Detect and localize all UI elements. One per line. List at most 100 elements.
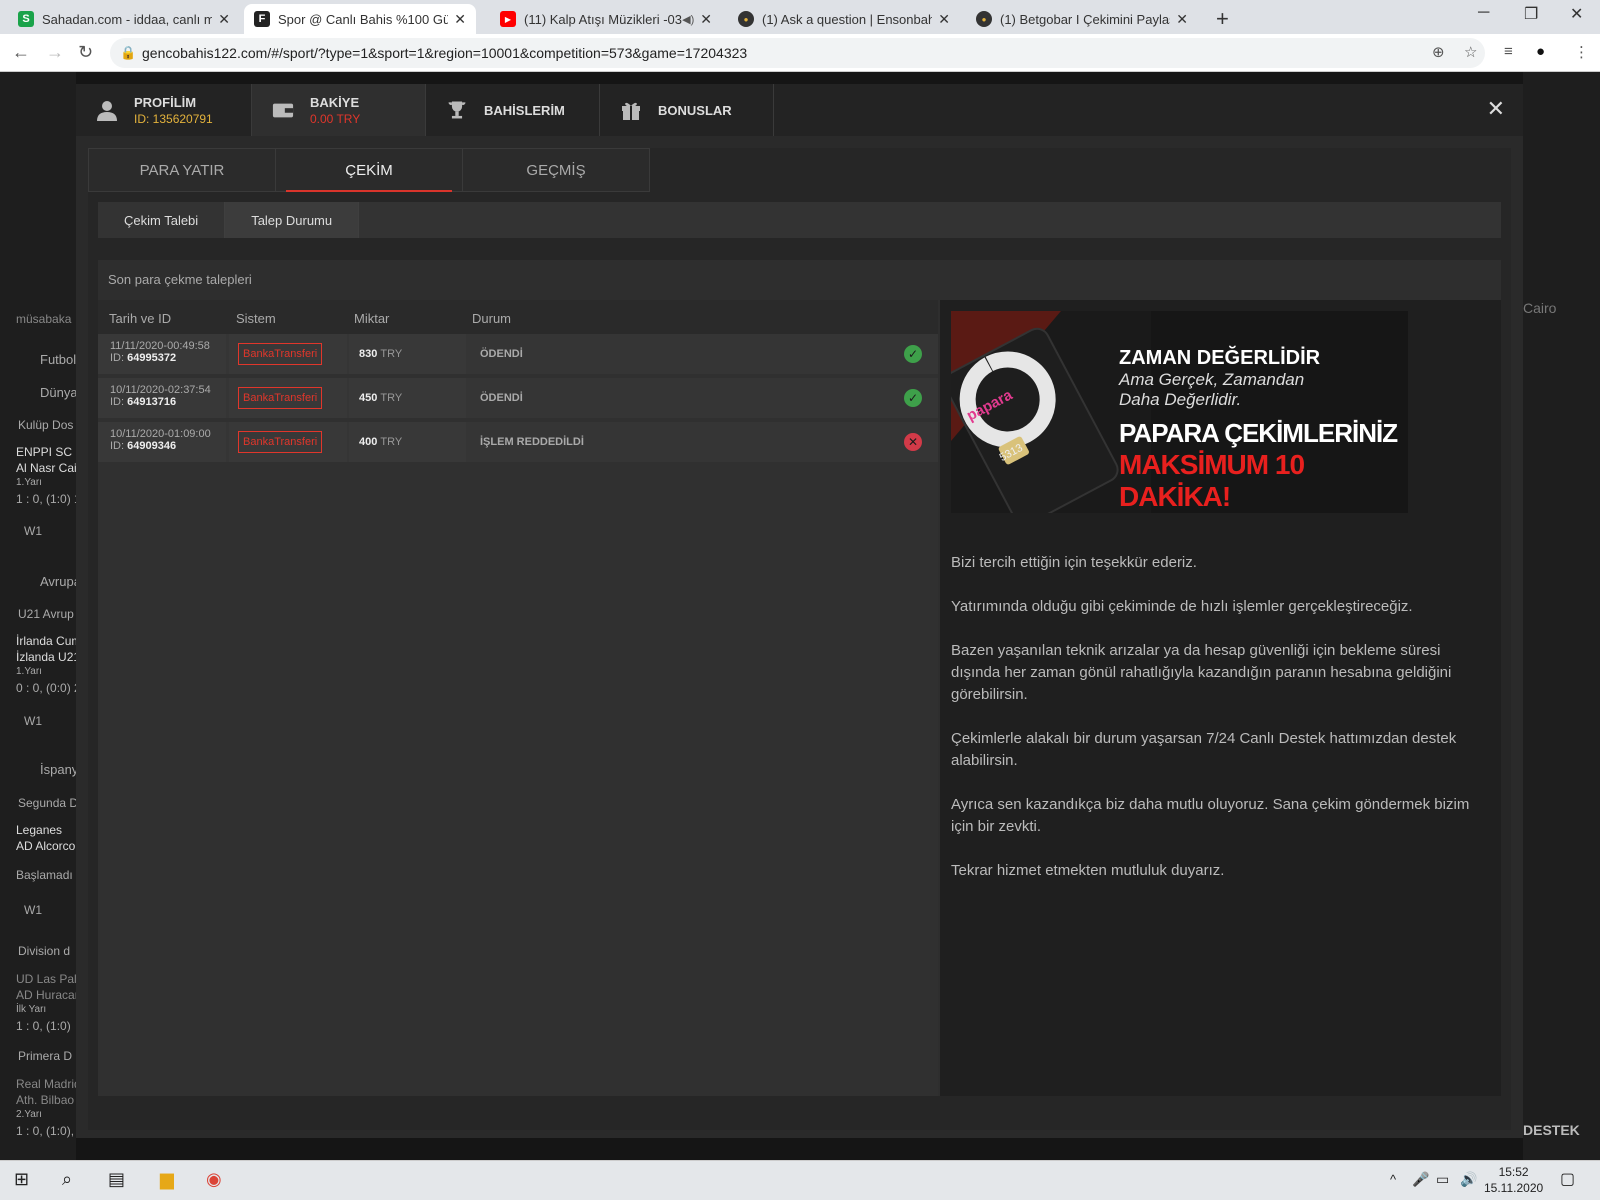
status-text: ÖDENDİ bbox=[480, 392, 523, 404]
browser-tab[interactable]: ● (1) Ask a question | Ensonbahis B ✕ bbox=[728, 4, 960, 34]
request-id: 64995372 bbox=[127, 352, 177, 364]
lock-icon: 🔒 bbox=[120, 45, 137, 60]
tab-balance[interactable]: BAKİYE 0.00 TRY bbox=[252, 84, 426, 136]
media-control-icon[interactable]: ≡ bbox=[1504, 43, 1513, 60]
bg-text: Segunda D bbox=[18, 796, 79, 810]
amount-cell: 400 TRY bbox=[349, 422, 466, 462]
zoom-icon[interactable]: ⊕ bbox=[1432, 43, 1445, 61]
close-tab-icon[interactable]: ✕ bbox=[212, 11, 230, 28]
close-tab-icon[interactable]: ✕ bbox=[932, 11, 950, 28]
windows-start-icon[interactable]: ⊞ bbox=[14, 1169, 29, 1190]
close-tab-icon[interactable]: ✕ bbox=[448, 11, 466, 28]
bg-text: Al Nasr Cai bbox=[16, 461, 77, 475]
volume-icon[interactable]: 🔊 bbox=[1460, 1171, 1477, 1188]
banner-headline: MAKSİMUM 10 DAKİKA! bbox=[1119, 449, 1305, 512]
tab-label: BONUSLAR bbox=[658, 102, 732, 118]
tab-profile[interactable]: PROFİLİM ID: 135620791 bbox=[76, 84, 252, 136]
info-paragraph: Ayrıca sen kazandıkça biz daha mutlu olu… bbox=[951, 796, 1470, 835]
info-paragraph: Yatırımında olduğu gibi çekiminde de hız… bbox=[951, 598, 1413, 615]
tab-my-bets[interactable]: BAHİSLERİM bbox=[426, 84, 600, 136]
profile-avatar-icon[interactable]: ● bbox=[1536, 43, 1545, 60]
minimize-icon[interactable]: ─ bbox=[1478, 4, 1489, 22]
bg-text: Leganes bbox=[16, 823, 63, 837]
table-row: 11/11/2020-00:49:58 ID: 64995372 BankaTr… bbox=[98, 334, 938, 374]
tab-title: Sahadan.com - iddaa, canlı maç s bbox=[42, 11, 213, 27]
browser-tab-active[interactable]: F Spor @ Canlı Bahis %100 Güvenl ✕ bbox=[244, 4, 476, 34]
bg-text: Kulüp Dos bbox=[18, 418, 74, 432]
tab-label: BAKİYE bbox=[310, 94, 360, 110]
browser-tab-bar: S Sahadan.com - iddaa, canlı maç s ✕ F S… bbox=[0, 0, 1600, 34]
forward-icon[interactable]: → bbox=[46, 42, 64, 63]
id-label: ID: bbox=[110, 440, 125, 452]
close-tab-icon[interactable]: ✕ bbox=[1170, 11, 1188, 28]
chevron-up-icon[interactable]: ^ bbox=[1390, 1172, 1396, 1187]
banner-headline: PAPARA ÇEKİMLERİNİZ bbox=[1119, 418, 1398, 448]
bg-text: 2.Yarı bbox=[16, 1109, 42, 1120]
banner-line: Daha Değerlidir. bbox=[1119, 390, 1242, 409]
request-id: 64909346 bbox=[127, 440, 177, 452]
request-date: 10/11/2020-01:09:00 bbox=[110, 428, 211, 440]
windows-taskbar: ⊞ ⌕ ▤ ▆ ◉ ^ 🎤 ▭ 🔊 15:52 15.11.2020 ▢ bbox=[0, 1160, 1600, 1200]
bg-text: W1 bbox=[24, 714, 42, 728]
info-paragraph: Bazen yaşanılan teknik arızalar ya da he… bbox=[951, 642, 1452, 703]
browser-tab[interactable]: ▶ (11) Kalp Atışı Müzikleri -03- ◀) ✕ bbox=[490, 4, 722, 34]
speaker-icon[interactable]: ◀) bbox=[682, 13, 694, 26]
left-sidebar-background: müsabaka Futbol Dünya Kulüp Dos ENPPI SC… bbox=[0, 72, 132, 1160]
notifications-icon[interactable]: ▢ bbox=[1560, 1169, 1575, 1189]
file-explorer-icon[interactable]: ▆ bbox=[160, 1169, 174, 1190]
amount-cell: 450 TRY bbox=[349, 378, 466, 418]
request-id: 64913716 bbox=[127, 396, 177, 408]
tab-history[interactable]: GEÇMİŞ bbox=[462, 148, 650, 192]
tab-withdraw-request[interactable]: Çekim Talebi bbox=[98, 202, 226, 238]
right-sidebar-background: Cairo DESTEK bbox=[1523, 72, 1600, 1160]
bg-text: Real Madrid bbox=[16, 1077, 81, 1091]
bg-text: W1 bbox=[24, 524, 42, 538]
tab-withdraw[interactable]: ÇEKİM bbox=[275, 148, 463, 192]
tab-request-status[interactable]: Talep Durumu bbox=[225, 202, 360, 238]
chrome-icon[interactable]: ◉ bbox=[206, 1169, 222, 1190]
bg-text: DESTEK bbox=[1523, 1122, 1580, 1138]
tab-label: PROFİLİM bbox=[134, 94, 197, 110]
browser-tab[interactable]: S Sahadan.com - iddaa, canlı maç s ✕ bbox=[8, 4, 240, 34]
microphone-icon[interactable]: 🎤 bbox=[1412, 1171, 1429, 1188]
bg-text: İlk Yarı bbox=[16, 1004, 47, 1015]
site-favicon: F bbox=[254, 11, 270, 27]
reload-icon[interactable]: ↻ bbox=[78, 42, 93, 63]
close-tab-icon[interactable]: ✕ bbox=[694, 11, 712, 28]
check-icon: ✓ bbox=[904, 389, 922, 407]
search-icon[interactable]: ⌕ bbox=[62, 1169, 72, 1190]
new-tab-button[interactable]: + bbox=[1216, 6, 1229, 32]
network-icon[interactable]: ▭ bbox=[1436, 1171, 1449, 1188]
bg-text: Primera D bbox=[18, 1049, 73, 1063]
browser-tab[interactable]: ● (1) Betgobar I Çekimini Paylaş Ka ✕ bbox=[966, 4, 1198, 34]
back-icon[interactable]: ← bbox=[12, 42, 30, 63]
system-badge: BankaTransferi bbox=[238, 343, 323, 365]
date-id-cell: 11/11/2020-00:49:58 ID: 64995372 bbox=[98, 334, 226, 374]
address-bar[interactable]: 🔒 gencobahis122.com/#/sport/?type=1&spor… bbox=[110, 38, 1485, 68]
browser-toolbar: ← → ↻ 🔒 gencobahis122.com/#/sport/?type=… bbox=[0, 34, 1600, 72]
bg-text: Ath. Bilbao bbox=[16, 1093, 75, 1107]
bg-text: W1 bbox=[24, 903, 42, 917]
close-modal-icon[interactable]: ✕ bbox=[1487, 96, 1505, 122]
bg-text: Cairo bbox=[1523, 300, 1557, 316]
banner-line: Ama Gerçek, Zamandan bbox=[1119, 370, 1305, 389]
bg-text: AD Huracan bbox=[16, 988, 82, 1002]
clock-time: 15:52 bbox=[1498, 1165, 1529, 1179]
bg-text: Başlamadı bbox=[16, 868, 73, 882]
status-cell: ÖDENDİ ✓ bbox=[468, 378, 938, 418]
taskbar-clock[interactable]: 15:52 15.11.2020 bbox=[1484, 1164, 1543, 1196]
task-view-icon[interactable]: ▤ bbox=[108, 1169, 125, 1190]
papara-banner: papara 5313 ZAMAN DEĞERLİDİR Ama Gerçek,… bbox=[951, 311, 1408, 513]
column-header: Tarih ve ID bbox=[109, 311, 172, 326]
tab-title: (11) Kalp Atışı Müzikleri -03- bbox=[524, 11, 683, 27]
currency: TRY bbox=[380, 392, 403, 404]
tab-deposit[interactable]: PARA YATIR bbox=[88, 148, 276, 192]
bookmark-star-icon[interactable]: ☆ bbox=[1464, 43, 1477, 61]
bg-text: ENPPI SC bbox=[16, 445, 73, 459]
tab-bonuses[interactable]: BONUSLAR bbox=[600, 84, 774, 136]
amount-value: 450 bbox=[359, 392, 378, 404]
menu-icon[interactable]: ⋮ bbox=[1574, 43, 1589, 61]
maximize-icon[interactable]: ❐ bbox=[1524, 4, 1538, 24]
request-date: 10/11/2020-02:37:54 bbox=[110, 384, 211, 396]
close-window-icon[interactable]: ✕ bbox=[1570, 4, 1583, 24]
